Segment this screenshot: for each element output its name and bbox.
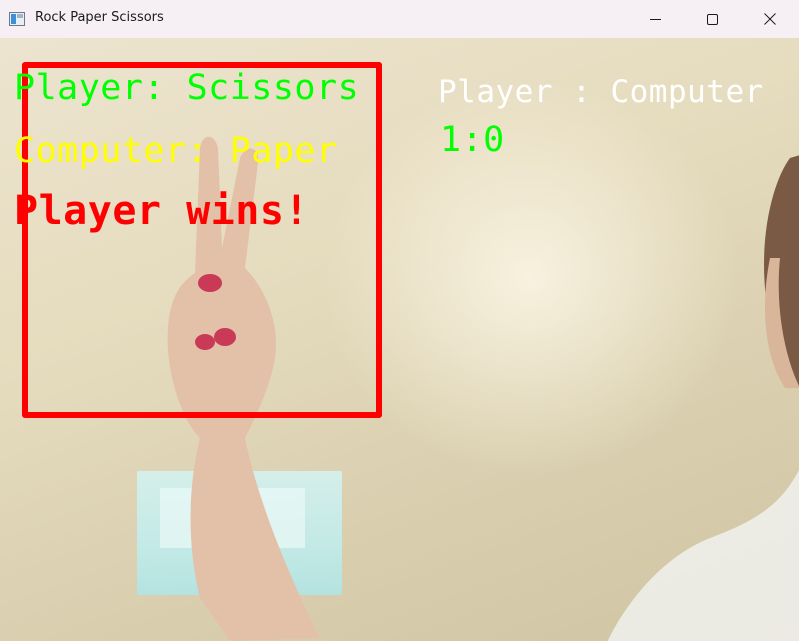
app-window-icon [9, 11, 25, 26]
computer-choice-label: Computer: Paper [14, 131, 338, 171]
score-value-label: 1:0 [440, 120, 505, 160]
round-result-label: Player wins! [14, 188, 309, 234]
close-button[interactable] [741, 0, 799, 38]
player-choice-label: Player: Scissors [14, 68, 360, 108]
minimize-icon [649, 14, 661, 25]
maximize-button[interactable] [683, 0, 741, 38]
score-header-label: Player : Computer [438, 74, 764, 110]
minimize-button[interactable] [626, 0, 684, 38]
camera-feed: Player: Scissors Computer: Paper Player … [0, 38, 799, 641]
close-icon [764, 13, 776, 25]
maximize-icon [706, 13, 718, 25]
hand-detection-box [22, 62, 382, 418]
window-title: Rock Paper Scissors [35, 10, 164, 25]
app-window: Rock Paper Scissors Player: Scissors Com… [0, 0, 799, 641]
title-bar[interactable]: Rock Paper Scissors [0, 0, 799, 38]
